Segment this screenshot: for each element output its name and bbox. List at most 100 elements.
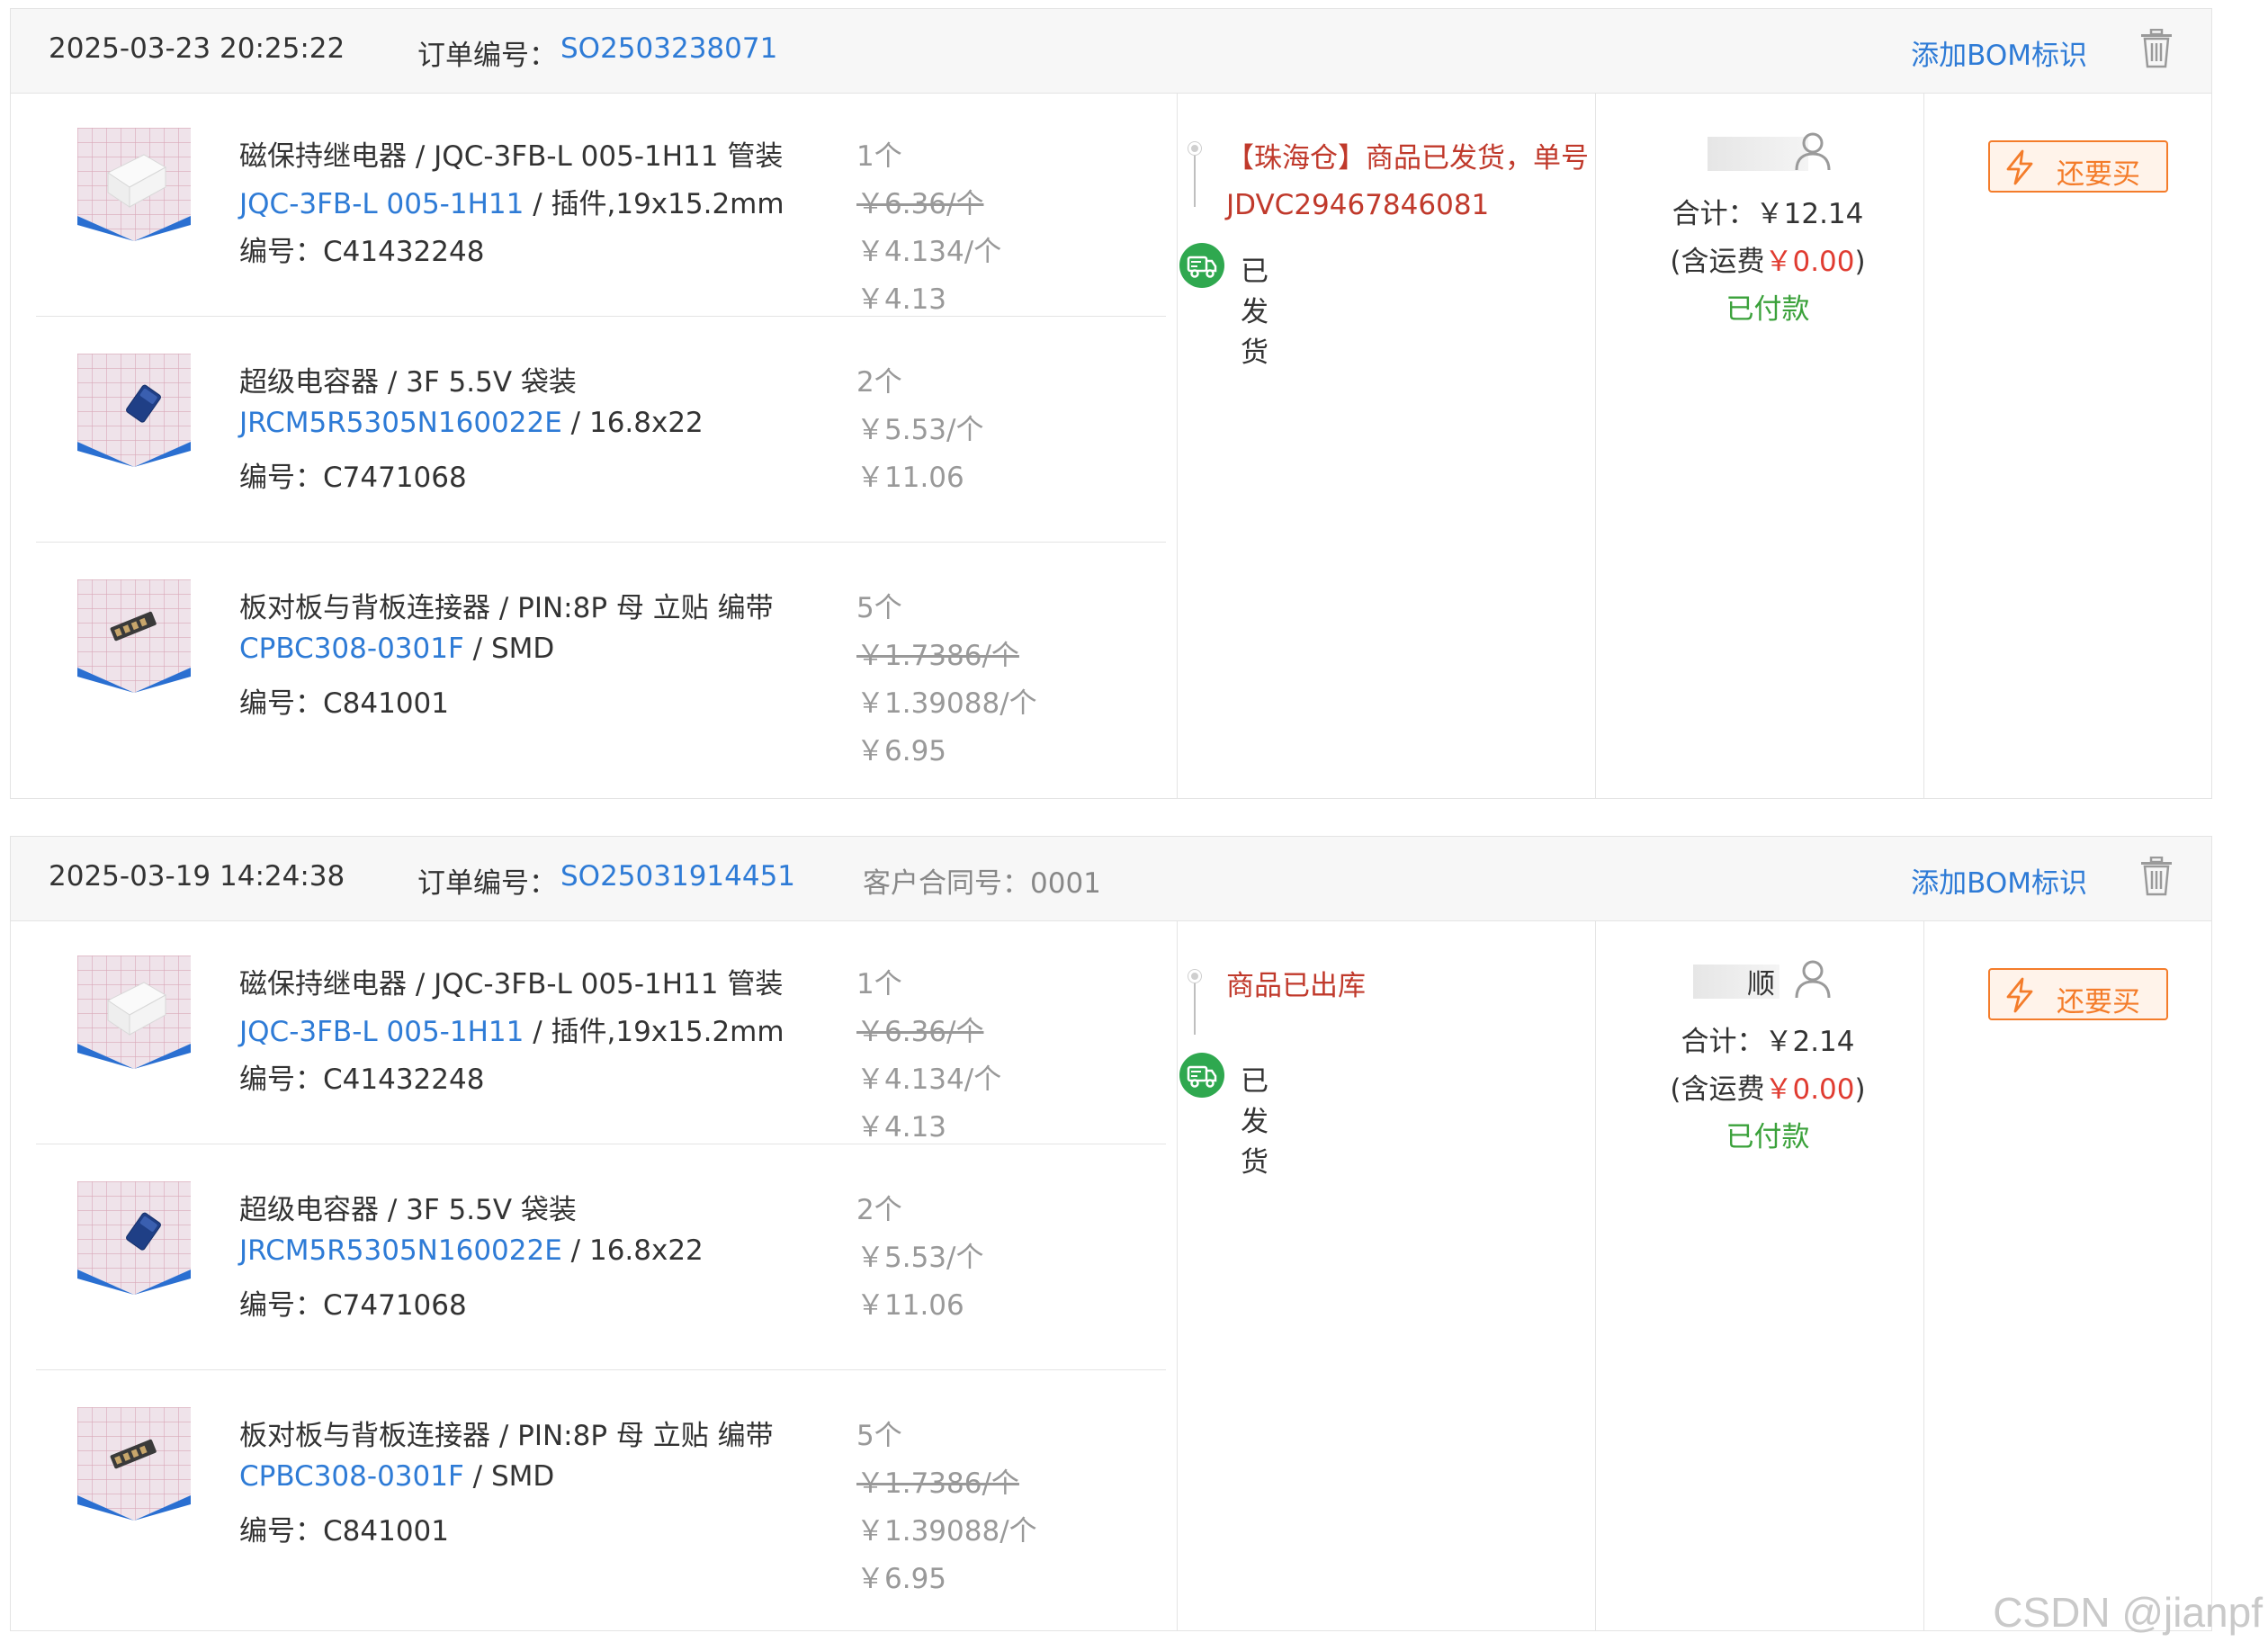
- product-package: / SMD: [463, 1460, 555, 1493]
- order-datetime: 2025-03-23 20:25:22: [49, 32, 345, 65]
- truck-icon: [1179, 243, 1224, 288]
- product-package: / 插件,19x15.2mm: [524, 1016, 784, 1048]
- rebuy-button[interactable]: 还要买: [1988, 968, 2168, 1020]
- order-card: 2025-03-19 14:24:38 订单编号： SO25031914451 …: [10, 836, 2212, 1631]
- item-quantity: 5个: [856, 592, 902, 624]
- product-package: / 16.8x22: [561, 1234, 704, 1267]
- user-icon: [1794, 959, 1832, 999]
- item-unit-price: ￥4.134/个: [856, 236, 1002, 268]
- shipping-fee-prefix: (含运费: [1670, 1073, 1765, 1106]
- rebuy-label: 还要买: [2057, 158, 2140, 191]
- product-name: 板对板与背板连接器 / PIN:8P 母 立贴 编带: [239, 592, 774, 624]
- shipping-message: 【珠海仓】商品已发货，单号JDVC29467846081: [1226, 142, 1589, 221]
- truck-icon: [1179, 1053, 1224, 1098]
- product-model: CPBC308-0301F / SMD: [239, 633, 554, 665]
- relay-thumbnail[interactable]: [77, 128, 191, 241]
- connector-thumbnail[interactable]: [77, 579, 191, 693]
- user-icon: [1794, 131, 1832, 171]
- order-datetime: 2025-03-19 14:24:38: [49, 860, 345, 893]
- trash-icon[interactable]: [2139, 857, 2174, 896]
- order-number-link[interactable]: SO2503238071: [560, 32, 777, 65]
- item-subtotal: ￥11.06: [856, 1289, 964, 1322]
- column-divider: [1177, 921, 1178, 1630]
- order-header: 2025-03-19 14:24:38 订单编号： SO25031914451 …: [11, 837, 2211, 921]
- customer-info: 顺: [1603, 959, 1932, 1004]
- product-model-link[interactable]: CPBC308-0301F: [239, 1460, 464, 1493]
- product-model-link[interactable]: JRCM5R5305N160022E: [239, 407, 562, 439]
- shipping-fee-prefix: (含运费: [1670, 246, 1765, 278]
- product-code: 编号：C7471068: [239, 1289, 467, 1322]
- product-name: 磁保持继电器 / JQC-3FB-L 005-1H11 管装: [239, 140, 784, 173]
- rebuy-button[interactable]: 还要买: [1988, 140, 2168, 193]
- payment-status: 已付款: [1726, 293, 1810, 326]
- order-card: 2025-03-23 20:25:22 订单编号： SO2503238071 添…: [10, 8, 2212, 799]
- order-total: 合计：￥12.14: [1672, 198, 1864, 230]
- order-total: 合计：￥2.14: [1681, 1026, 1855, 1058]
- product-package: / 插件,19x15.2mm: [524, 188, 784, 220]
- shipping-fee: (含运费￥0.00): [1603, 1066, 1932, 1107]
- item-subtotal: ￥4.13: [856, 1111, 947, 1144]
- product-name: 磁保持继电器 / JQC-3FB-L 005-1H11 管装: [239, 968, 784, 1000]
- product-name: 超级电容器 / 3F 5.5V 袋装: [239, 366, 577, 399]
- item-original-price: ￥6.36/个: [856, 188, 984, 220]
- item-divider: [36, 1369, 1166, 1370]
- column-divider: [1177, 94, 1178, 798]
- order-number-label: 订单编号：: [417, 867, 557, 900]
- item-unit-price: ￥1.39088/个: [856, 687, 1037, 720]
- customer-name: 顺: [1747, 968, 1775, 1000]
- item-original-price: ￥1.7386/个: [856, 640, 1019, 672]
- capacitor-thumbnail[interactable]: [77, 1181, 191, 1295]
- product-model: JRCM5R5305N160022E / 16.8x22: [239, 407, 704, 439]
- add-bom-button[interactable]: 添加BOM标识: [1911, 860, 2087, 901]
- product-model-link[interactable]: CPBC308-0301F: [239, 633, 464, 665]
- product-model-link[interactable]: JQC-3FB-L 005-1H11: [239, 1016, 524, 1048]
- timeline-dot: [1188, 142, 1201, 155]
- connector-thumbnail[interactable]: [77, 1407, 191, 1521]
- product-name: 板对板与背板连接器 / PIN:8P 母 立贴 编带: [239, 1420, 774, 1452]
- product-model: JQC-3FB-L 005-1H11 / 插件,19x15.2mm: [239, 1009, 784, 1049]
- add-bom-button[interactable]: 添加BOM标识: [1911, 32, 2087, 73]
- item-quantity: 2个: [856, 1194, 902, 1226]
- order-number-link[interactable]: SO25031914451: [560, 860, 795, 893]
- rebuy-label: 还要买: [2057, 986, 2140, 1018]
- customer-info: [1603, 131, 1932, 176]
- item-divider: [36, 316, 1166, 317]
- product-code: 编号：C41432248: [239, 236, 485, 268]
- contract-number: 客户合同号：0001: [863, 867, 1101, 900]
- relay-thumbnail[interactable]: [77, 956, 191, 1069]
- product-code: 编号：C841001: [239, 1515, 449, 1548]
- trash-icon[interactable]: [2139, 29, 2174, 68]
- item-quantity: 2个: [856, 366, 902, 399]
- item-quantity: 5个: [856, 1420, 902, 1452]
- item-quantity: 1个: [856, 968, 902, 1000]
- lightning-icon: [2003, 149, 2037, 185]
- shipping-fee-value: ￥0.00: [1764, 1073, 1855, 1106]
- shipping-status: 已发货: [1241, 256, 1268, 369]
- shipping-status: 已发货: [1241, 1065, 1268, 1179]
- product-model: CPBC308-0301F / SMD: [239, 1460, 554, 1493]
- column-divider: [1595, 921, 1596, 1630]
- product-package: / 16.8x22: [561, 407, 704, 439]
- item-unit-price: ￥4.134/个: [856, 1063, 1002, 1096]
- product-model-link[interactable]: JQC-3FB-L 005-1H11: [239, 188, 524, 220]
- product-code: 编号：C7471068: [239, 462, 467, 494]
- item-quantity: 1个: [856, 140, 902, 173]
- item-unit-price: ￥5.53/个: [856, 414, 984, 446]
- lightning-icon: [2003, 977, 2037, 1013]
- shipping-fee-suffix: ): [1854, 1073, 1866, 1106]
- product-code: 编号：C841001: [239, 687, 449, 720]
- item-subtotal: ￥11.06: [856, 462, 964, 494]
- product-name: 超级电容器 / 3F 5.5V 袋装: [239, 1194, 577, 1226]
- item-subtotal: ￥4.13: [856, 283, 947, 316]
- capacitor-thumbnail[interactable]: [77, 354, 191, 467]
- timeline-dot: [1188, 970, 1201, 983]
- order-header: 2025-03-23 20:25:22 订单编号： SO2503238071 添…: [11, 9, 2211, 94]
- product-model-link[interactable]: JRCM5R5305N160022E: [239, 1234, 562, 1267]
- order-number-label: 订单编号：: [417, 40, 557, 72]
- product-model: JQC-3FB-L 005-1H11 / 插件,19x15.2mm: [239, 181, 784, 221]
- shipping-fee-value: ￥0.00: [1764, 246, 1855, 278]
- item-unit-price: ￥5.53/个: [856, 1242, 984, 1274]
- product-model: JRCM5R5305N160022E / 16.8x22: [239, 1234, 704, 1267]
- shipping-fee-suffix: ): [1854, 246, 1866, 278]
- product-code: 编号：C41432248: [239, 1063, 485, 1096]
